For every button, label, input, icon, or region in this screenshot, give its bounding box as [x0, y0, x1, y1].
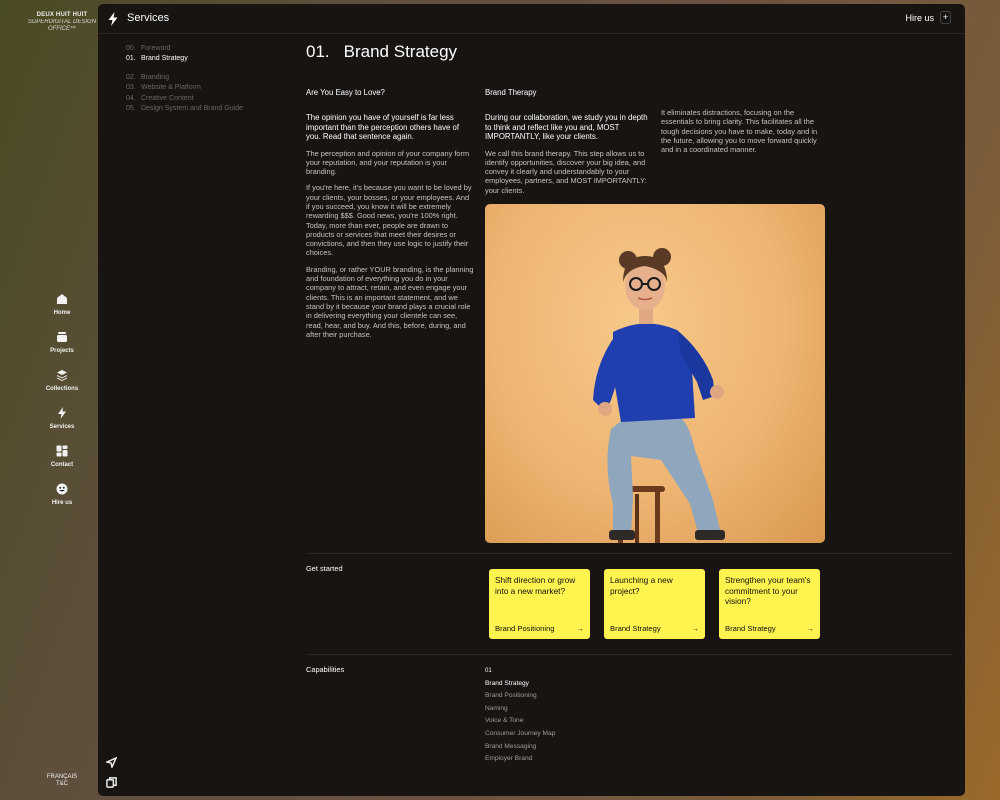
- left-rail: DEUX HUIT HUIT SUPERDIGITAL DESIGN OFFIC…: [0, 0, 98, 800]
- toc-num: 02.: [126, 73, 136, 81]
- card-brand-strategy-launch[interactable]: Launching a new project? Brand Strategy …: [604, 569, 705, 639]
- nav-label: Projects: [50, 348, 74, 354]
- toc-item-foreword[interactable]: 00. Foreword: [126, 44, 286, 54]
- capability-item: Brand Strategy: [485, 679, 529, 687]
- toc-num: 03.: [126, 84, 136, 92]
- card-footer: Brand Strategy →: [610, 624, 699, 633]
- nav-label: Home: [53, 310, 71, 316]
- capability-item: Naming: [485, 704, 508, 712]
- column-heading: Brand Therapy: [485, 88, 537, 97]
- copy-icon[interactable]: [106, 775, 118, 788]
- main-panel: Services Hire us + 00. Foreword 01. Bran…: [98, 4, 965, 796]
- card-link: Brand Strategy: [610, 624, 661, 633]
- toc-item-brand-strategy[interactable]: 01. Brand Strategy: [126, 54, 286, 64]
- get-started-cards: Shift direction or grow into a new marke…: [489, 569, 820, 639]
- column-brand-therapy: Brand Therapy During our collaboration, …: [485, 88, 653, 195]
- section-heading: 01. Brand Strategy: [306, 42, 457, 62]
- paragraph: We call this brand therapy. This step al…: [485, 148, 647, 195]
- plus-icon: +: [940, 11, 951, 24]
- get-started-label: Get started: [306, 564, 343, 573]
- toc-label: Foreword: [141, 45, 171, 52]
- hire-us-label: Hire us: [905, 12, 934, 23]
- video-player[interactable]: [485, 204, 825, 543]
- capability-item: Brand Messaging: [485, 742, 537, 750]
- hire-us-button[interactable]: Hire us +: [905, 11, 951, 24]
- column-clarity: It eliminates distractions, focusing on …: [661, 108, 826, 154]
- nav-label: Collections: [45, 386, 79, 392]
- smiley-icon: [56, 483, 68, 495]
- send-icon[interactable]: [104, 755, 118, 770]
- section-title: Brand Strategy: [343, 42, 458, 61]
- arrow-right-icon: →: [576, 624, 584, 633]
- toc-num: 00.: [126, 45, 136, 52]
- page-title: Services: [127, 12, 170, 24]
- toc-num: 05.: [126, 105, 136, 113]
- toc-item-creative-content[interactable]: 04. Creative Content: [126, 94, 286, 104]
- paragraph: It eliminates distractions, focusing on …: [661, 108, 818, 155]
- capability-item: Employer Brand: [485, 755, 533, 763]
- top-bar: Services Hire us +: [98, 4, 965, 34]
- paragraph: Branding, or rather YOUR branding, is th…: [306, 264, 474, 339]
- card-footer: Brand Positioning →: [495, 624, 584, 633]
- toc-item-design-system[interactable]: 05. Design System and Brand Guide: [126, 104, 286, 114]
- toc-label: Creative Content: [141, 94, 194, 102]
- capabilities-label: Capabilities: [306, 665, 345, 674]
- section-number: 01.: [306, 42, 330, 61]
- arrow-right-icon: →: [691, 624, 699, 633]
- toc-label: Branding: [141, 73, 170, 81]
- capability-item: Voice & Tone: [485, 717, 524, 725]
- card-link: Brand Positioning: [495, 624, 555, 633]
- toc-item-branding[interactable]: 02. Branding: [126, 73, 286, 83]
- card-footer: Brand Strategy →: [725, 624, 814, 633]
- paragraph: The perception and opinion of your compa…: [306, 148, 470, 177]
- toc-label: Website & Platform: [141, 84, 201, 92]
- section-divider: [306, 553, 952, 554]
- toc-num: 01.: [126, 55, 136, 63]
- paragraph: If you're here, it's because you want to…: [306, 183, 472, 258]
- column-heading: Are You Easy to Love?: [306, 88, 385, 97]
- nav-label: Contact: [50, 462, 74, 468]
- toc-item-website[interactable]: 03. Website & Platform: [126, 83, 286, 93]
- arrow-right-icon: →: [806, 624, 814, 633]
- capability-item: Brand Positioning: [485, 692, 537, 700]
- toc-num: 04.: [126, 94, 136, 102]
- card-question: Shift direction or grow into a new marke…: [495, 575, 576, 596]
- capabilities-list: 01 Brand Strategy Brand Positioning Nami…: [485, 665, 555, 766]
- toc-label: Brand Strategy: [141, 55, 188, 63]
- card-question: Strengthen your team's commitment to you…: [725, 575, 811, 607]
- capability-item: Consumer Journey Map: [485, 729, 556, 737]
- video-frame-illustration: [593, 248, 725, 543]
- contact-icon: [56, 445, 68, 457]
- card-brand-strategy-team[interactable]: Strengthen your team's commitment to you…: [719, 569, 820, 639]
- lead-paragraph: The opinion you have of yourself is far …: [306, 113, 460, 142]
- bolt-icon: [108, 12, 118, 26]
- section-divider: [306, 654, 952, 655]
- card-question: Launching a new project?: [610, 575, 673, 596]
- projects-icon: [57, 332, 67, 342]
- card-brand-positioning[interactable]: Shift direction or grow into a new marke…: [489, 569, 590, 639]
- layers-icon: [57, 370, 67, 381]
- home-icon: [57, 294, 67, 304]
- toc-label: Design System and Brand Guide: [141, 105, 243, 113]
- nav-label: Hire us: [51, 500, 73, 506]
- nav-label: Services: [49, 424, 75, 430]
- bolt-icon: [58, 407, 66, 419]
- column-easy-to-love: Are You Easy to Love? The opinion you ha…: [306, 88, 474, 346]
- lead-paragraph: During our collaboration, we study you i…: [485, 113, 648, 142]
- capabilities-number: 01: [485, 668, 492, 674]
- table-of-contents: 00. Foreword 01. Brand Strategy 02. Bran…: [126, 44, 286, 114]
- card-link: Brand Strategy: [725, 624, 776, 633]
